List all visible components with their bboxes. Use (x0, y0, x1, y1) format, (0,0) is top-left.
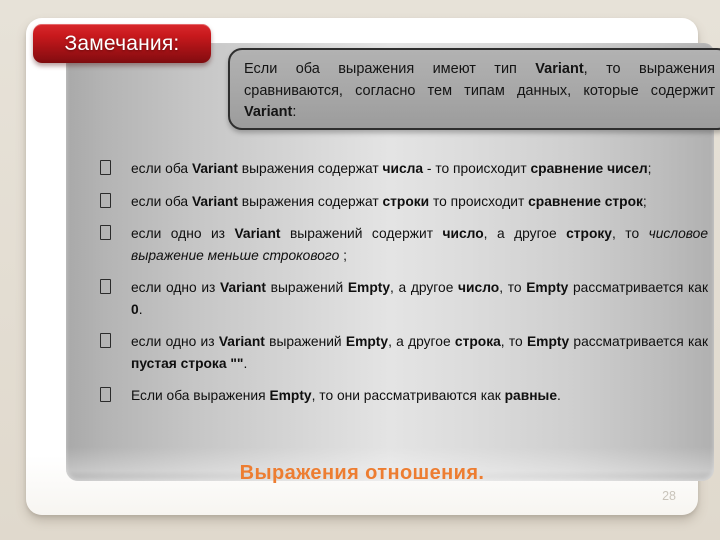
notes-badge: Замечания: (33, 24, 211, 63)
text-segment: - то происходит (423, 161, 531, 176)
text-segment: Empty (526, 280, 569, 295)
square-bullet-icon (100, 160, 111, 175)
callout-part3: : (292, 104, 297, 120)
text-segment: сравнение строк (528, 193, 643, 209)
callout-part1: Если оба выражения имеют тип (244, 61, 536, 77)
text-segment: ; (647, 161, 652, 176)
text-segment: . (243, 355, 248, 371)
text-segment: Если оба выражения (131, 388, 270, 403)
text-segment: Variant (191, 193, 238, 209)
text-segment: 0 (131, 301, 139, 317)
callout-bold2: Variant (244, 104, 293, 120)
text-segment: строка (454, 334, 501, 349)
text-segment: ; (339, 247, 347, 263)
list-item: если оба Variant выражения содержат стро… (100, 191, 708, 213)
text-segment: если оба (131, 193, 192, 209)
text-segment: строку (566, 226, 612, 241)
text-segment: если одно из (131, 334, 219, 349)
notes-badge-label: Замечания: (64, 32, 180, 55)
text-segment: если одно из (131, 280, 221, 295)
text-segment: , а другое (388, 334, 455, 349)
text-segment: строки (382, 193, 430, 209)
list-item: если одно из Variant выражений содержит … (100, 223, 708, 266)
text-segment: , то (499, 280, 527, 295)
text-segment: Empty (347, 280, 391, 295)
text-segment: , а другое (390, 280, 459, 295)
text-segment: . (557, 388, 561, 403)
text-segment: Empty (269, 388, 312, 403)
text-segment: если одно из (131, 226, 235, 241)
list-item-text: если оба Variant выражения содержат числ… (131, 161, 652, 176)
square-bullet-icon (100, 225, 111, 240)
text-segment: пустая строка "" (131, 355, 244, 371)
list-item: Если оба выражения Empty, то они рассмат… (100, 385, 708, 407)
text-segment: , а другое (483, 226, 567, 241)
text-segment: рассматривается как (569, 334, 708, 349)
text-segment: Variant (220, 280, 267, 295)
text-segment: Empty (345, 334, 389, 349)
text-segment: , то (500, 334, 527, 349)
text-segment: Empty (526, 334, 570, 349)
list-item-text: если оба Variant выражения содержат стро… (131, 194, 647, 209)
text-segment: рассматривается как (568, 280, 708, 295)
text-segment: равные (504, 388, 557, 403)
text-segment: выражений (266, 280, 348, 295)
text-segment: выражения содержат (237, 193, 383, 209)
slide-root: Замечания: Если оба выражения имеют тип … (0, 0, 720, 540)
list-item: если одно из Variant выражений Empty, а … (100, 331, 708, 374)
list-item: если одно из Variant выражений Empty, а … (100, 277, 708, 320)
bullet-list: если оба Variant выражения содержат числ… (100, 158, 708, 407)
text-segment: Variant (191, 161, 238, 176)
square-bullet-icon (100, 279, 111, 294)
text-segment: , то они рассматриваются как (311, 388, 505, 403)
square-bullet-icon (100, 387, 111, 402)
text-segment: если оба (131, 161, 192, 176)
text-segment: числа (382, 161, 424, 176)
callout-bold1: Variant (535, 61, 584, 77)
page-title: Выражения отношения. (239, 462, 485, 484)
list-item-text: Если оба выражения Empty, то они рассмат… (131, 388, 561, 403)
text-segment: . (138, 301, 143, 317)
text-segment: число (442, 226, 484, 241)
callout-box: Если оба выражения имеют тип Variant, то… (228, 48, 720, 130)
text-segment: выражений (264, 334, 346, 349)
square-bullet-icon (100, 333, 111, 348)
text-segment: сравнение чисел (530, 161, 648, 176)
slide-number: 28 (662, 489, 676, 503)
list-item-text: если одно из Variant выражений содержит … (131, 226, 708, 263)
callout-text: Если оба выражения имеют тип Variant, то… (244, 59, 715, 124)
text-segment: Variant (218, 334, 265, 349)
text-segment: число (458, 280, 500, 295)
text-segment: Variant (234, 226, 281, 241)
text-segment: выражения содержат (237, 161, 383, 176)
slide-card: Замечания: Если оба выражения имеют тип … (26, 18, 720, 515)
text-segment: то происходит (429, 193, 529, 209)
list-item-text: если одно из Variant выражений Empty, а … (131, 334, 708, 371)
list-item: если оба Variant выражения содержат числ… (100, 158, 708, 180)
square-bullet-icon (100, 192, 111, 208)
text-segment: ; (642, 193, 647, 209)
list-item-text: если одно из Variant выражений Empty, а … (131, 280, 708, 317)
text-segment: , то (611, 226, 649, 241)
text-segment: выражений содержит (280, 226, 443, 241)
